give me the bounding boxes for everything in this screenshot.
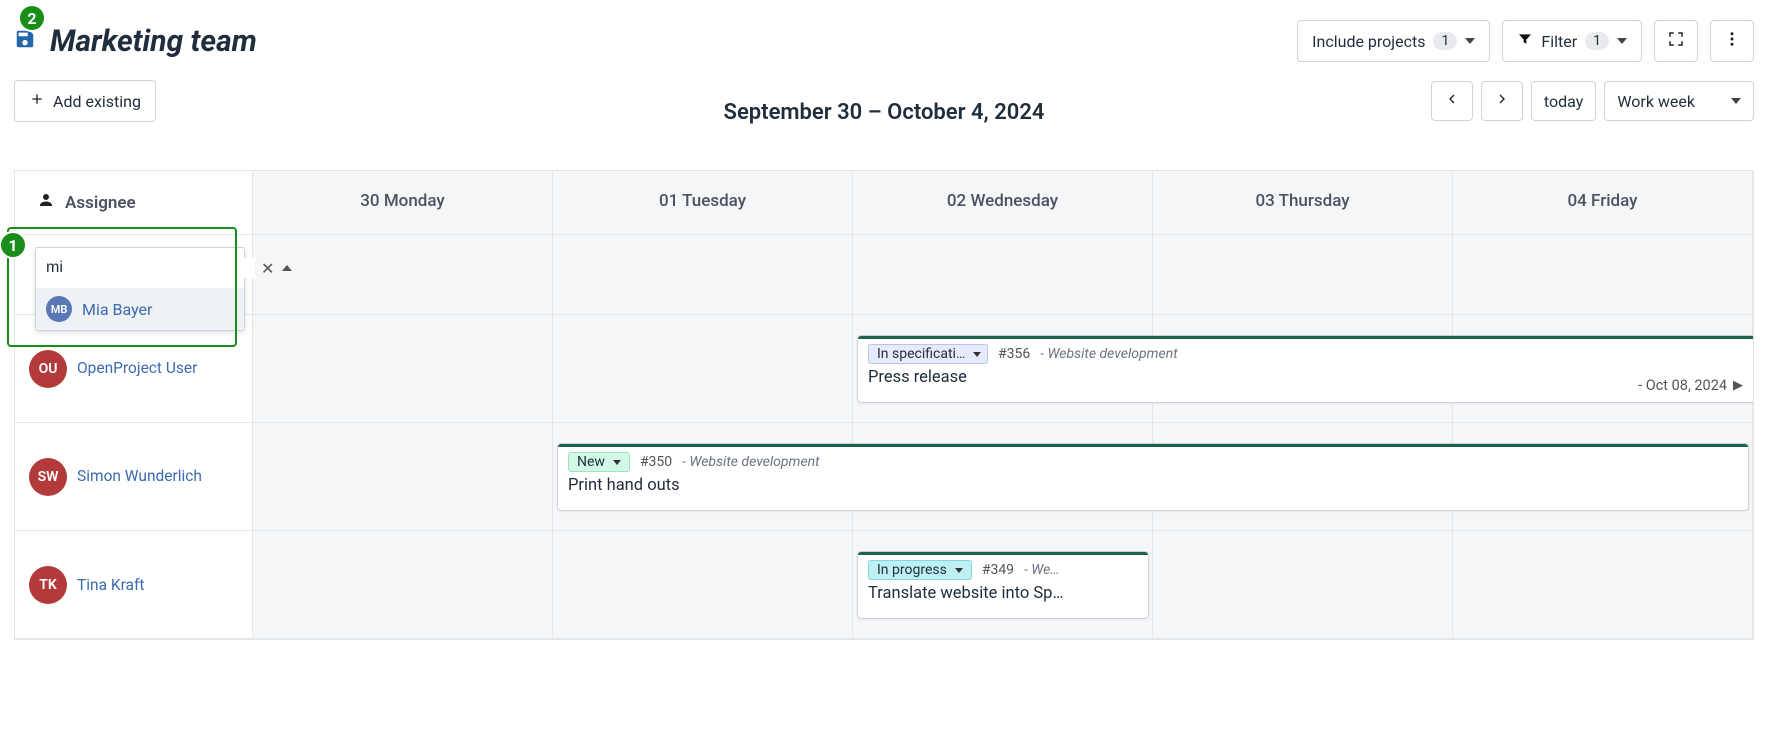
- assignee-column-header: Assignee: [15, 171, 253, 234]
- page-title: Marketing team: [50, 24, 257, 59]
- view-mode-select[interactable]: Work week: [1604, 81, 1754, 121]
- task-project: - We…: [1024, 562, 1059, 578]
- planner-cell: [1453, 531, 1753, 638]
- task-project: - Website development: [1040, 346, 1177, 362]
- day-header: 04 Friday: [1453, 171, 1753, 234]
- task-title: Translate website into Sp…: [868, 584, 1138, 603]
- page-header: Marketing team Include projects 1 Filter…: [0, 0, 1768, 80]
- filter-icon: [1517, 31, 1533, 51]
- include-projects-button[interactable]: Include projects 1: [1297, 20, 1490, 62]
- assignee-search-input[interactable]: [44, 258, 255, 278]
- avatar: TK: [29, 566, 67, 604]
- add-existing-button[interactable]: Add existing: [14, 80, 156, 122]
- task-card-356[interactable]: In specificati… #356 - Website developme…: [857, 335, 1753, 403]
- fullscreen-button[interactable]: [1654, 20, 1698, 62]
- assignee-option[interactable]: MB Mia Bayer: [36, 288, 244, 330]
- status-chip[interactable]: In progress: [868, 560, 972, 580]
- planner-cell: [1153, 235, 1453, 314]
- task-ref: #349: [982, 562, 1014, 578]
- task-card-349[interactable]: In progress #349 - We… Translate website…: [857, 551, 1149, 619]
- plus-icon: [29, 91, 45, 111]
- chevron-right-icon: ▶: [1733, 378, 1743, 393]
- day-header: 03 Thursday: [1153, 171, 1453, 234]
- person-icon: [37, 191, 55, 214]
- planner-row-ou: OU OpenProject User In specificati… #356…: [15, 315, 1753, 423]
- status-chip[interactable]: In specificati…: [868, 344, 988, 364]
- task-end-date: - Oct 08, 2024 ▶: [1638, 377, 1743, 394]
- status-chip[interactable]: New: [568, 452, 630, 472]
- assignee-name: OpenProject User: [77, 359, 197, 378]
- avatar: SW: [29, 458, 67, 496]
- assignee-cell[interactable]: OU OpenProject User: [15, 315, 253, 422]
- planner-cell: [553, 531, 853, 638]
- day-header: 01 Tuesday: [553, 171, 853, 234]
- planner-cell: [1153, 531, 1453, 638]
- arrow-right-icon: [1494, 91, 1510, 111]
- more-menu-button[interactable]: [1710, 20, 1754, 62]
- next-week-button[interactable]: [1481, 81, 1523, 121]
- planner-row-tk: TK Tina Kraft In progress #349 - We… Tra…: [15, 531, 1753, 639]
- date-range-title: September 30 – October 4, 2024: [724, 100, 1045, 125]
- planner-header-row: Assignee 30 Monday 01 Tuesday 02 Wednesd…: [15, 171, 1753, 235]
- assignee-search-dropdown[interactable]: ✕ MB Mia Bayer: [35, 247, 245, 331]
- planner-cell: [553, 315, 853, 422]
- assignee-name: Simon Wunderlich: [77, 467, 202, 486]
- annotation-marker-1: 1: [0, 231, 27, 259]
- arrow-left-icon: [1444, 91, 1460, 111]
- assignee-cell[interactable]: SW Simon Wunderlich: [15, 423, 253, 530]
- planner-cell: [253, 531, 553, 638]
- task-ref: #350: [640, 454, 672, 470]
- task-title: Print hand outs: [568, 476, 1738, 495]
- planner-cell: [553, 235, 853, 314]
- include-projects-count: 1: [1433, 32, 1457, 50]
- task-ref: #356: [998, 346, 1030, 362]
- clear-search-icon[interactable]: ✕: [255, 259, 280, 278]
- assignee-cell-search: 1 ✕ MB Mia Bayer: [15, 235, 253, 314]
- task-card-350[interactable]: New #350 - Website development Print han…: [557, 443, 1749, 511]
- filter-button[interactable]: Filter 1: [1502, 20, 1642, 62]
- day-header: 30 Monday: [253, 171, 553, 234]
- task-project: - Website development: [682, 454, 819, 470]
- chevron-down-icon: [1617, 38, 1627, 44]
- planner-grid: Assignee 30 Monday 01 Tuesday 02 Wednesd…: [14, 170, 1754, 640]
- planner-cell: [253, 235, 553, 314]
- expand-icon: [1667, 30, 1685, 52]
- assignee-name: Tina Kraft: [77, 576, 144, 594]
- planner-cell: [253, 315, 553, 422]
- filter-count: 1: [1585, 32, 1609, 50]
- today-button[interactable]: today: [1531, 81, 1596, 121]
- task-title: Press release: [868, 368, 1743, 387]
- planner-cell: [853, 235, 1153, 314]
- avatar: OU: [29, 350, 67, 388]
- chevron-up-icon[interactable]: [282, 265, 292, 271]
- chevron-down-icon: [1465, 38, 1475, 44]
- prev-week-button[interactable]: [1431, 81, 1473, 121]
- assignee-cell[interactable]: TK Tina Kraft: [15, 531, 253, 638]
- chevron-down-icon: [1731, 98, 1741, 104]
- annotation-marker-2: 2: [18, 4, 46, 32]
- planner-row-search: 1 ✕ MB Mia Bayer: [15, 235, 1753, 315]
- more-vertical-icon: [1723, 30, 1741, 52]
- avatar: MB: [46, 296, 72, 322]
- planner-cell: [1453, 235, 1753, 314]
- planner-row-sw: SW Simon Wunderlich New #350 - Website d…: [15, 423, 1753, 531]
- day-header: 02 Wednesday: [853, 171, 1153, 234]
- planner-cell: [253, 423, 553, 530]
